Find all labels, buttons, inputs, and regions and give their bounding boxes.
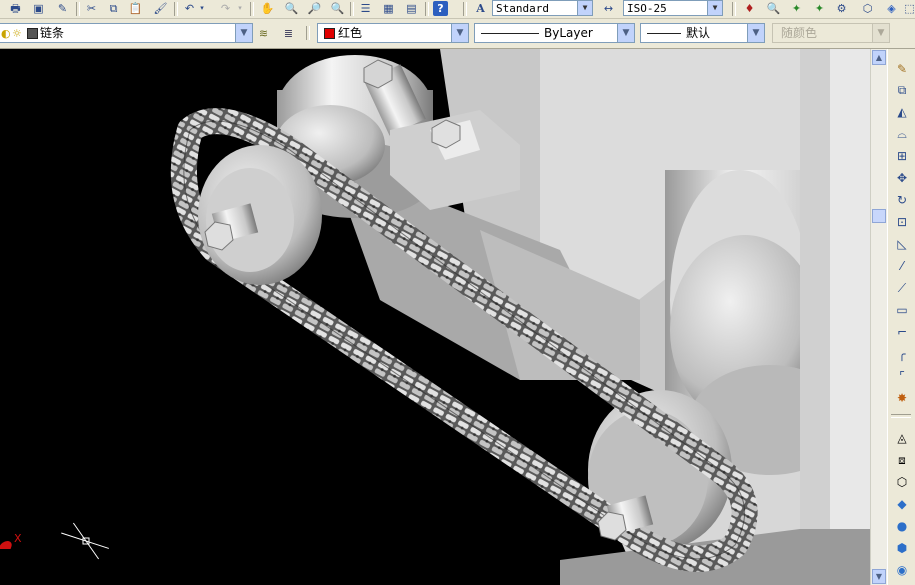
text-style-combo[interactable]: Standard ▼ (492, 0, 593, 16)
layer-color-swatch (27, 28, 38, 39)
scroll-thumb[interactable] (872, 209, 886, 223)
chevron-down-icon[interactable]: ▼ (617, 24, 634, 42)
explode-star-icon[interactable]: ✸ (894, 390, 910, 406)
chevron-down-icon[interactable]: ▼ (577, 1, 592, 15)
solid-icon[interactable]: ◆ (894, 496, 910, 512)
text-style-value: Standard (496, 2, 549, 15)
dim-style-value: ISO-25 (627, 2, 667, 15)
sprocket-chain-render (170, 49, 870, 585)
dim-style-combo[interactable]: ISO-25 ▼ (623, 0, 723, 16)
undo-dropdown-icon[interactable]: ▾ (198, 1, 206, 16)
array-icon[interactable]: ⊞ (894, 148, 910, 164)
layer-tool-icon-4[interactable]: ✦ (812, 1, 827, 16)
help-icon[interactable]: ? (433, 1, 448, 16)
explode-icon[interactable]: ⌜ (894, 368, 910, 384)
extrude-icon[interactable]: ◬ (894, 430, 910, 446)
lightbulb-icon[interactable]: ◐ (1, 25, 11, 43)
properties-icon[interactable]: ☰ (358, 1, 373, 16)
revolve-icon[interactable]: ⧈ (894, 452, 910, 468)
lineweight-combo[interactable]: 默认 ▼ (640, 23, 765, 43)
make-current-layer-icon[interactable]: ≋ (256, 26, 271, 41)
color-name: 红色 (338, 26, 363, 40)
layer-tool-icon-1[interactable]: ♦ (742, 1, 757, 16)
tool-palettes-icon[interactable]: ▤ (404, 1, 419, 16)
sun-icon[interactable]: ☼ (12, 25, 22, 43)
text-style-icon[interactable]: A (473, 1, 488, 16)
vertical-scrollbar[interactable]: ▲ ▼ (870, 49, 887, 585)
layer-tool-icon-8[interactable]: ⬚ (902, 1, 915, 16)
fillet-icon[interactable]: ╭ (894, 346, 910, 362)
scale-icon[interactable]: ⊡ (894, 214, 910, 230)
plotstyle-combo[interactable]: 随颜色 ▼ (772, 23, 890, 43)
linetype-sample (481, 33, 539, 34)
crosshair-cursor-icon (61, 522, 109, 560)
extend-icon[interactable]: ⟋ (894, 280, 910, 296)
erase-icon[interactable]: ✎ (894, 61, 910, 77)
publish-icon[interactable]: ✎ (55, 1, 70, 16)
chamfer-icon[interactable]: ⌐ (894, 324, 910, 340)
drawing-viewport[interactable]: X (0, 49, 870, 585)
cone-icon[interactable]: ◉ (894, 562, 910, 578)
copy-object-icon[interactable]: ⧉ (894, 82, 910, 98)
offset-icon[interactable]: ⌓ (894, 126, 910, 142)
layer-previous-icon[interactable]: ≣ (281, 26, 296, 41)
print-icon[interactable]: 🖶 (8, 1, 23, 16)
ucs-x-label: X (14, 532, 22, 545)
layer-tool-icon-5[interactable]: ⚙ (834, 1, 849, 16)
scroll-up-button[interactable]: ▲ (872, 50, 886, 65)
layer-combo[interactable]: ◐ ☼ 链条 ▼ (0, 23, 253, 43)
redo-icon[interactable]: ↷ (218, 1, 233, 16)
cut-icon[interactable]: ✂ (84, 1, 99, 16)
redo-dropdown-icon[interactable]: ▾ (236, 1, 244, 16)
cylinder-icon[interactable]: ⬢ (894, 540, 910, 556)
trim-icon[interactable]: ⁄ (894, 258, 910, 274)
chevron-down-icon[interactable]: ▼ (235, 24, 252, 42)
color-swatch (324, 28, 335, 39)
copy-icon[interactable]: ⧉ (106, 1, 121, 16)
layer-tool-icon-3[interactable]: ✦ (789, 1, 804, 16)
lineweight-name: 默认 (686, 26, 711, 40)
sphere-icon[interactable]: ● (894, 518, 910, 534)
layer-tool-icon-2[interactable]: 🔍 (766, 1, 781, 16)
standard-toolbar: 🖶 ▣ ✎ ✂ ⧉ 📋 🖌 ↶ ▾ ↷ ▾ ✋ 🔍 🔎 🔍 ☰ ▦ ▤ ? A … (0, 0, 915, 19)
zoom-window-icon[interactable]: 🔎 (307, 1, 322, 16)
print-preview-icon[interactable]: ▣ (31, 1, 46, 16)
chevron-down-icon[interactable]: ▼ (451, 24, 468, 42)
linetype-combo[interactable]: ByLayer ▼ (474, 23, 635, 43)
chevron-down-icon[interactable]: ▼ (872, 24, 889, 42)
lineweight-sample (647, 33, 681, 34)
design-center-icon[interactable]: ▦ (381, 1, 396, 16)
plotstyle-name: 随颜色 (781, 26, 818, 40)
layer-tool-icon-7[interactable]: ◈ (884, 1, 899, 16)
chevron-down-icon[interactable]: ▼ (747, 24, 764, 42)
color-combo[interactable]: 红色 ▼ (317, 23, 469, 43)
zoom-previous-icon[interactable]: 🔍 (330, 1, 345, 16)
layer-name: 链条 (40, 26, 65, 40)
move-icon[interactable]: ✥ (894, 170, 910, 186)
mirror-icon[interactable]: ◭ (894, 104, 910, 120)
layers-properties-toolbar: ◐ ☼ 链条 ▼ ≋ ≣ 红色 ▼ ByLayer ▼ 默认 ▼ 随颜色 ▼ (0, 19, 915, 49)
chevron-down-icon[interactable]: ▼ (707, 1, 722, 15)
stretch-icon[interactable]: ◺ (894, 236, 910, 252)
rotate-icon[interactable]: ↻ (894, 192, 910, 208)
match-properties-icon[interactable]: 🖌 (153, 1, 168, 16)
linetype-name: ByLayer (544, 26, 593, 40)
undo-icon[interactable]: ↶ (182, 1, 197, 16)
pan-icon[interactable]: ✋ (260, 1, 275, 16)
break-icon[interactable]: ▭ (894, 302, 910, 318)
modify-toolbar: ✎ ⧉ ◭ ⌓ ⊞ ✥ ↻ ⊡ ◺ ⁄ ⟋ ▭ ⌐ ╭ ⌜ ✸ ◬ ⧈ ⬡ ◆ … (887, 49, 915, 585)
zoom-realtime-icon[interactable]: 🔍 (284, 1, 299, 16)
paste-icon[interactable]: 📋 (128, 1, 143, 16)
dim-style-icon[interactable]: ↔ (601, 1, 616, 16)
layer-tool-icon-6[interactable]: ⬡ (860, 1, 875, 16)
box-icon[interactable]: ⬡ (894, 474, 910, 490)
scroll-down-button[interactable]: ▼ (872, 569, 886, 584)
